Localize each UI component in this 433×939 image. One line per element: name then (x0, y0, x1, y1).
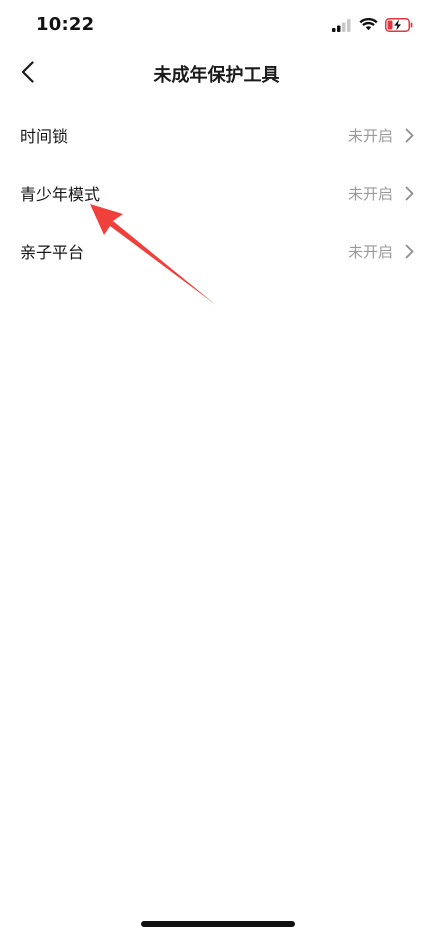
list-item-youth-mode[interactable]: 青少年模式 未开启 (0, 164, 433, 222)
list-item-time-lock[interactable]: 时间锁 未开启 (0, 106, 433, 164)
list-item-status: 未开启 (347, 184, 393, 203)
chevron-right-icon (403, 243, 415, 259)
list-item-label: 时间锁 (20, 127, 69, 146)
status-icons (332, 16, 413, 36)
list-item-status: 未开启 (347, 126, 393, 145)
navigation-bar: 未成年保护工具 (0, 52, 433, 96)
settings-list: 时间锁 未开启 青少年模式 未开启 亲子平台 未开启 (0, 106, 433, 280)
list-item-status: 未开启 (347, 242, 393, 261)
list-item-label: 亲子平台 (20, 243, 85, 262)
chevron-right-icon (403, 127, 415, 143)
cellular-signal-icon (332, 17, 352, 36)
home-indicator (141, 921, 295, 927)
app-screen: 10:22 未成年保护工具 时间锁 未开启 青少年模式 未开启 亲子平台 未开启 (0, 0, 433, 939)
list-item-parent-platform[interactable]: 亲子平台 未开启 (0, 222, 433, 280)
status-time: 10:22 (36, 14, 95, 35)
list-item-label: 青少年模式 (20, 185, 101, 204)
battery-low-charging-icon (385, 17, 413, 36)
chevron-right-icon (403, 185, 415, 201)
wifi-icon (359, 17, 378, 36)
status-bar: 10:22 (0, 0, 433, 52)
page-title: 未成年保护工具 (153, 65, 280, 86)
